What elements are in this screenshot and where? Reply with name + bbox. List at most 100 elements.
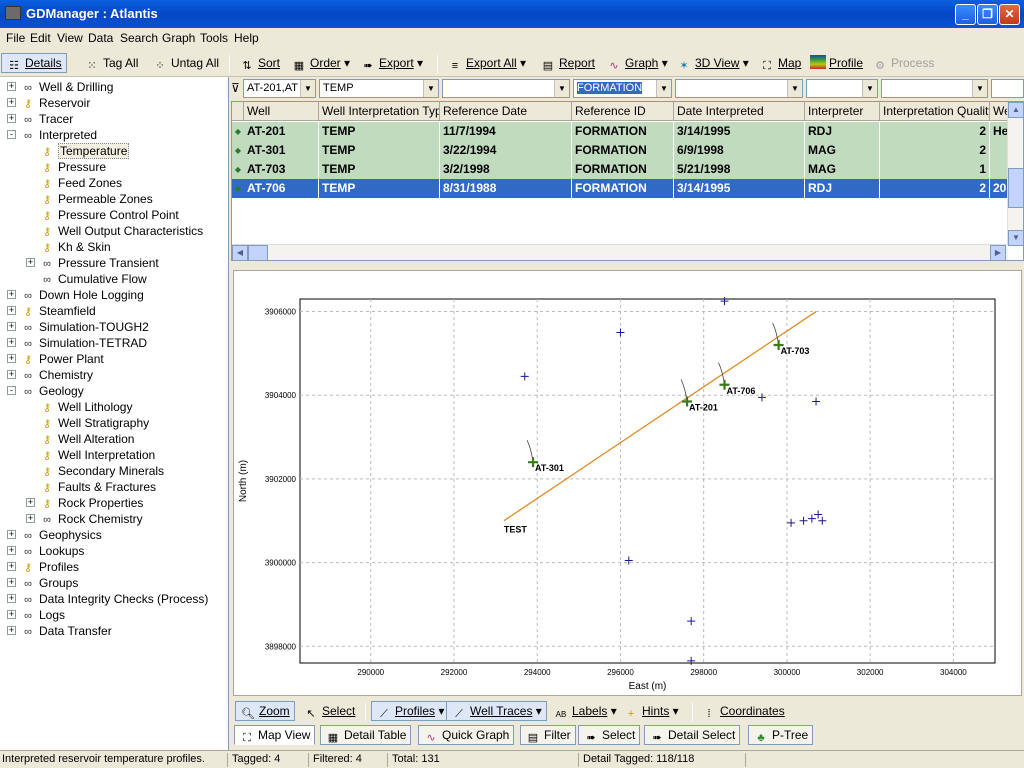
col-date-interpreted[interactable]: Date Interpreted	[674, 102, 805, 121]
report-button[interactable]: ▤ Report	[538, 54, 595, 74]
hints-button[interactable]: + Hints ▾	[621, 702, 679, 722]
expand-icon[interactable]: +	[26, 498, 35, 507]
tab-select[interactable]: ➠ Select	[578, 725, 641, 745]
collapse-icon[interactable]: -	[7, 130, 16, 139]
table-row[interactable]: ◆ AT-201 TEMP 11/7/1994 FORMATION 3/14/1995 RD…	[232, 122, 1012, 141]
filter-interpretation-type[interactable]: TEMP ▼	[319, 79, 439, 98]
scroll-thumb[interactable]	[1008, 168, 1023, 208]
menu-data[interactable]: Data	[88, 31, 113, 45]
filter-interpretation-quality[interactable]: ▼	[881, 79, 988, 98]
expand-icon[interactable]: +	[7, 546, 16, 555]
expand-icon[interactable]: +	[7, 370, 16, 379]
sort-button[interactable]: ⇅ Sort	[237, 54, 280, 74]
filter-extra[interactable]	[991, 79, 1024, 98]
tree-item-faults-fractures[interactable]: ⚷ Faults & Fractures	[39, 479, 156, 495]
tab-filter[interactable]: ▤ Filter	[520, 725, 576, 745]
tab-detail-table[interactable]: ▦ Detail Table	[320, 725, 412, 745]
expand-icon[interactable]: +	[7, 338, 16, 347]
scroll-up-button[interactable]: ▲	[1008, 102, 1023, 118]
select-tool-button[interactable]: ↖ Select	[301, 702, 355, 722]
tree-item-groups[interactable]: + ∞ Groups	[7, 575, 78, 591]
tree-item-rock-chemistry[interactable]: + ∞ Rock Chemistry	[26, 511, 143, 527]
col-interpreter[interactable]: Interpreter	[805, 102, 880, 121]
tree-item-steamfield[interactable]: + ⚷ Steamfield	[7, 303, 96, 319]
menu-view[interactable]: View	[57, 31, 83, 45]
row-tag-icon[interactable]: ◆	[232, 141, 244, 160]
hscroll-thumb[interactable]	[248, 245, 268, 260]
tree-item-temperature[interactable]: ⚷ Temperature	[39, 143, 130, 159]
tree-item-power-plant[interactable]: + ⚷ Power Plant	[7, 351, 104, 367]
filter-interpreter[interactable]: ▼	[806, 79, 878, 98]
tree-item-cumulative-flow[interactable]: ∞ Cumulative Flow	[39, 271, 147, 287]
tree-item-pressure[interactable]: ⚷ Pressure	[39, 159, 106, 175]
tree-item-well-output-characteristics[interactable]: ⚷ Well Output Characteristics	[39, 223, 203, 239]
tree-item-profiles[interactable]: + ⚷ Profiles	[7, 559, 79, 575]
expand-icon[interactable]: +	[7, 610, 16, 619]
well-traces-toggle[interactable]: ⟋ Well Traces ▾	[446, 701, 547, 721]
tree-item-well-interpretation[interactable]: ⚷ Well Interpretation	[39, 447, 155, 463]
3d-view-button[interactable]: ✶ 3D View ▾	[674, 54, 748, 74]
collapse-icon[interactable]: -	[7, 386, 16, 395]
scroll-right-button[interactable]: ▶	[990, 245, 1006, 260]
tab-detail-select[interactable]: ➠ Detail Select	[644, 725, 741, 745]
graph-button[interactable]: ∿ Graph ▾	[604, 54, 667, 74]
details-button[interactable]: ☷ Details	[1, 53, 67, 73]
expand-icon[interactable]: +	[7, 354, 16, 363]
col-well[interactable]: Well	[244, 102, 319, 121]
untag-all-button[interactable]: ⁘ Untag All	[150, 54, 219, 74]
expand-icon[interactable]: +	[7, 626, 16, 635]
tag-all-button[interactable]: ⁙ Tag All	[82, 54, 138, 74]
menu-edit[interactable]: Edit	[30, 31, 51, 45]
tree-item-kh-skin[interactable]: ⚷ Kh & Skin	[39, 239, 111, 255]
expand-icon[interactable]: +	[26, 514, 35, 523]
profiles-toggle[interactable]: ⟋ Profiles ▾	[371, 701, 450, 721]
tree-item-data-transfer[interactable]: + ∞ Data Transfer	[7, 623, 112, 639]
expand-icon[interactable]: +	[7, 82, 16, 91]
tab-quick-graph[interactable]: ∿ Quick Graph	[418, 725, 515, 745]
table-row[interactable]: ◆ AT-703 TEMP 3/2/1998 FORMATION 5/21/1998 MAG…	[232, 160, 1012, 179]
expand-icon[interactable]: +	[7, 98, 16, 107]
expand-icon[interactable]: +	[7, 594, 16, 603]
tab-p-tree[interactable]: ♣ P-Tree	[748, 725, 814, 745]
map-panel[interactable]: 290000 292000 294000 296000 298000 300000 3020…	[233, 270, 1022, 696]
labels-button[interactable]: AB Labels ▾	[551, 702, 617, 722]
tree-item-data-integrity-checks-process[interactable]: + ∞ Data Integrity Checks (Process)	[7, 591, 208, 607]
tree-item-logs[interactable]: + ∞ Logs	[7, 607, 65, 623]
filter-well[interactable]: AT-201,AT ▼	[243, 79, 316, 98]
scroll-down-button[interactable]: ▼	[1008, 230, 1023, 246]
menu-help[interactable]: Help	[234, 31, 259, 45]
row-tag-icon[interactable]: ◆	[232, 179, 244, 198]
grid-horizontal-scrollbar[interactable]: ◀ ▶	[232, 244, 1008, 260]
expand-icon[interactable]: +	[7, 578, 16, 587]
expand-icon[interactable]: +	[26, 258, 35, 267]
tree-item-permeable-zones[interactable]: ⚷ Permeable Zones	[39, 191, 153, 207]
profile-button[interactable]: Profile	[808, 54, 863, 74]
filter-date-interpreted[interactable]: ▼	[675, 79, 803, 98]
tree-item-feed-zones[interactable]: ⚷ Feed Zones	[39, 175, 122, 191]
tree-item-well-drilling[interactable]: + ∞ Well & Drilling	[7, 79, 113, 95]
tree-item-rock-properties[interactable]: + ⚷ Rock Properties	[26, 495, 143, 511]
tree-item-well-stratigraphy[interactable]: ⚷ Well Stratigraphy	[39, 415, 149, 431]
maximize-button[interactable]: ❐	[977, 4, 998, 25]
tree-item-geophysics[interactable]: + ∞ Geophysics	[7, 527, 102, 543]
tree-item-chemistry[interactable]: + ∞ Chemistry	[7, 367, 93, 383]
order-button[interactable]: ▦ Order ▾	[289, 54, 350, 74]
tree-item-pressure-control-point[interactable]: ⚷ Pressure Control Point	[39, 207, 179, 223]
scroll-left-button[interactable]: ◀	[232, 245, 248, 260]
col-reference-date[interactable]: Reference Date	[440, 102, 572, 121]
process-button[interactable]: ⚙ Process	[870, 54, 934, 74]
tree-item-down-hole-logging[interactable]: + ∞ Down Hole Logging	[7, 287, 144, 303]
tab-map-view[interactable]: ⛶ Map View	[234, 725, 316, 745]
tree-item-well-alteration[interactable]: ⚷ Well Alteration	[39, 431, 135, 447]
menu-search[interactable]: Search	[120, 31, 158, 45]
splitter[interactable]	[231, 264, 1024, 268]
menu-file[interactable]: File	[6, 31, 25, 45]
table-row[interactable]: ◆ AT-301 TEMP 3/22/1994 FORMATION 6/9/1998 MAG…	[232, 141, 1012, 160]
close-button[interactable]: ✕	[999, 4, 1020, 25]
minimize-button[interactable]: _	[955, 4, 976, 25]
zoom-button[interactable]: 🔍︎ Zoom	[235, 701, 295, 721]
well-map[interactable]: 290000 292000 294000 296000 298000 300000 3020…	[234, 271, 1021, 695]
tree-item-lookups[interactable]: + ∞ Lookups	[7, 543, 84, 559]
tree-item-interpreted[interactable]: - ∞ Interpreted	[7, 127, 97, 143]
tree-item-secondary-minerals[interactable]: ⚷ Secondary Minerals	[39, 463, 164, 479]
